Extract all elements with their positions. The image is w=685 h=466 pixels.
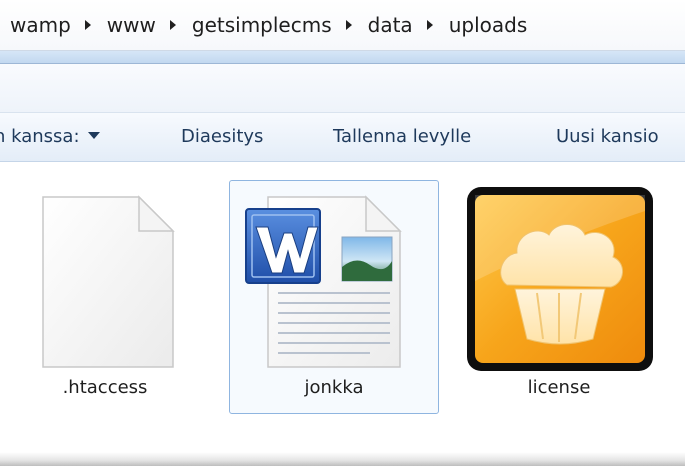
share-with-label: n kanssa: (0, 126, 80, 147)
breadcrumb-item-www[interactable]: www (105, 13, 158, 37)
file-pane[interactable]: .htaccess jonkka license (0, 162, 685, 452)
chevron-right-icon[interactable] (169, 20, 176, 30)
explorer-window: wamp www getsimplecms data uploads n kan… (0, 0, 685, 466)
command-toolbar: n kanssa: Diaesitys Tallenna levylle Uus… (0, 113, 685, 162)
new-folder-button[interactable]: Uusi kansio (556, 125, 659, 149)
breadcrumb-item-uploads[interactable]: uploads (447, 13, 530, 37)
blank-document-icon (1, 181, 209, 373)
breadcrumb-item-getsimplecms[interactable]: getsimplecms (190, 13, 334, 37)
chevron-right-icon[interactable] (84, 20, 91, 30)
file-name: jonkka (304, 377, 364, 398)
cupcake-app-icon (455, 181, 663, 373)
breadcrumb: wamp www getsimplecms data uploads (8, 10, 529, 40)
address-bar[interactable]: wamp www getsimplecms data uploads (0, 0, 685, 51)
address-bar-divider (0, 51, 685, 64)
share-with-button[interactable]: n kanssa: (0, 125, 100, 149)
file-name: .htaccess (62, 377, 148, 398)
slideshow-button[interactable]: Diaesitys (181, 125, 263, 149)
file-name: license (527, 377, 591, 398)
file-item-jonkka[interactable]: jonkka (229, 180, 439, 414)
dropdown-arrow-icon (87, 132, 100, 139)
chevron-right-icon[interactable] (426, 20, 433, 30)
burn-to-disc-button[interactable]: Tallenna levylle (333, 125, 471, 149)
pane-bottom-edge (0, 452, 685, 466)
breadcrumb-item-wamp[interactable]: wamp (8, 13, 73, 37)
file-item-license[interactable]: license (454, 180, 664, 414)
breadcrumb-item-data[interactable]: data (366, 13, 415, 37)
menu-band (0, 64, 685, 113)
file-item-htaccess[interactable]: .htaccess (0, 180, 210, 414)
word-document-icon (230, 181, 438, 373)
chevron-right-icon[interactable] (345, 20, 352, 30)
